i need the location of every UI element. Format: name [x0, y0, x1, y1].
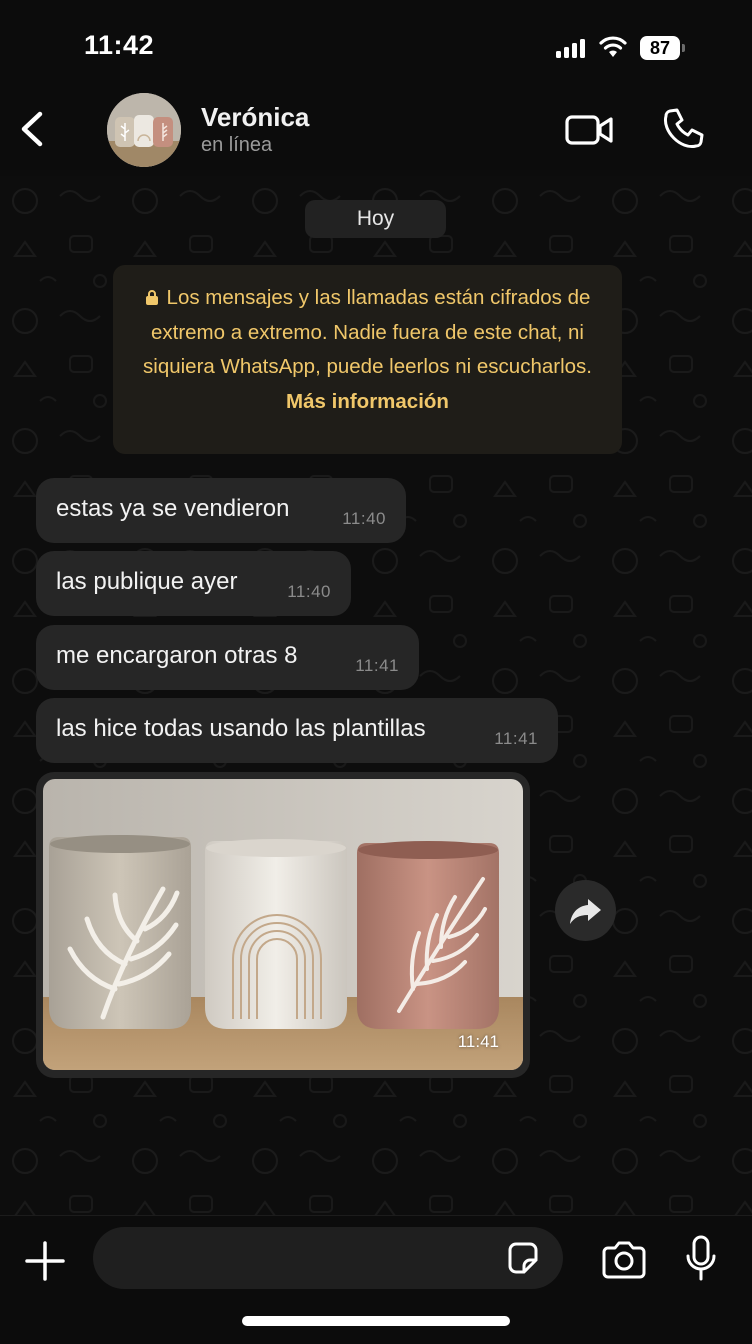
message-bubble[interactable]: las publique ayer 11:40 [36, 551, 351, 616]
encryption-text: Los mensajes y las llamadas están cifrad… [143, 286, 592, 378]
status-time: 11:42 [84, 30, 155, 60]
avatar[interactable] [107, 93, 181, 167]
message-bubble[interactable]: las hice todas usando las plantillas 11:… [36, 698, 558, 763]
date-separator: Hoy [305, 200, 446, 238]
contact-name[interactable]: Verónica [201, 102, 309, 133]
more-info-link[interactable]: Más información [143, 385, 592, 419]
message-time: 11:41 [355, 656, 399, 675]
message-input[interactable] [93, 1227, 563, 1289]
contact-status: en línea [201, 134, 273, 156]
home-indicator[interactable] [242, 1316, 510, 1326]
image-message[interactable]: 11:41 [36, 772, 530, 1078]
plus-icon[interactable] [24, 1240, 66, 1282]
message-text: estas ya se vendieron [56, 495, 290, 522]
video-camera-icon[interactable] [564, 110, 614, 150]
sticker-icon[interactable] [504, 1240, 542, 1278]
ceramic-cups-photo[interactable]: 11:41 [43, 779, 523, 1070]
back-chevron-icon[interactable] [12, 104, 56, 154]
lock-icon [145, 290, 158, 305]
chat-screen: 11:42 87 Verónica en línea Hoy Los mensa… [0, 0, 752, 1344]
battery-icon: 87 [640, 36, 686, 60]
message-bubble[interactable]: estas ya se vendieron 11:40 [36, 478, 406, 543]
message-time: 11:40 [287, 582, 331, 601]
wifi-icon [599, 36, 627, 57]
battery-level: 87 [640, 36, 680, 60]
forward-button[interactable] [555, 880, 616, 941]
microphone-icon[interactable] [684, 1234, 718, 1284]
message-time: 11:41 [494, 729, 538, 748]
message-time: 11:40 [342, 509, 386, 528]
camera-icon[interactable] [600, 1240, 648, 1280]
message-bubble[interactable]: me encargaron otras 8 11:41 [36, 625, 419, 690]
status-bar: 11:42 87 [0, 0, 752, 90]
phone-icon[interactable] [660, 106, 706, 152]
message-text: las hice todas usando las plantillas [56, 715, 426, 742]
chat-header: Verónica en línea [0, 90, 752, 176]
message-text: las publique ayer [56, 568, 238, 595]
forward-arrow-icon [570, 899, 601, 924]
image-message-time: 11:41 [457, 1032, 499, 1051]
encryption-notice-text: Los mensajes y las llamadas están cifrad… [143, 281, 592, 385]
cellular-signal-icon [556, 38, 585, 58]
message-text: me encargaron otras 8 [56, 642, 298, 669]
encryption-notice[interactable]: Los mensajes y las llamadas están cifrad… [113, 265, 622, 454]
